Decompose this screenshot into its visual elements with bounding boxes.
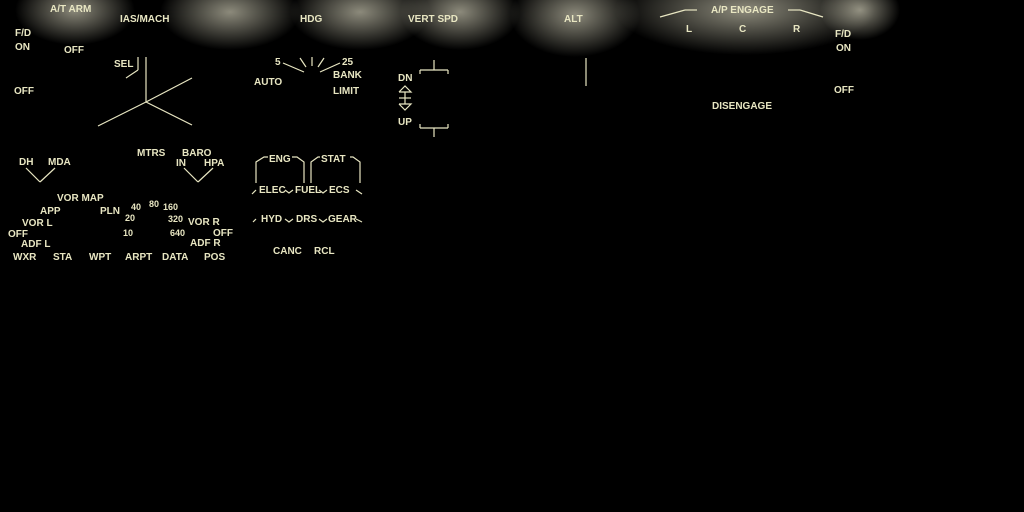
autothrottle-off[interactable]: OFF xyxy=(64,45,84,56)
map-button-arpt[interactable]: ARPT xyxy=(125,252,152,263)
range-20[interactable]: 20 xyxy=(125,213,135,224)
bank-limit-label: LIMIT xyxy=(333,86,360,97)
right-fd-title: F/D xyxy=(835,29,852,40)
ap-disengage-bar[interactable]: DISENGAGE xyxy=(712,101,772,112)
eicas-elec-button[interactable]: ELEC xyxy=(259,185,286,196)
bank-5-label: 5 xyxy=(275,57,281,68)
range-10[interactable]: 10 xyxy=(123,228,133,239)
bank-25-label: 25 xyxy=(342,57,354,68)
vs-up-label: UP xyxy=(398,117,412,128)
ias-mach-button[interactable]: IAS/MACH xyxy=(120,14,169,25)
bank-auto-label[interactable]: AUTO xyxy=(254,77,282,88)
map-button-sta[interactable]: STA xyxy=(53,252,72,263)
map-button-wpt[interactable]: WPT xyxy=(89,252,111,263)
mode-vor-map[interactable]: VOR MAP xyxy=(57,193,104,204)
autothrottle-arm-switch[interactable]: A/T ARM xyxy=(50,4,91,15)
mode-pln[interactable]: PLN xyxy=(100,206,120,217)
mode-app[interactable]: APP xyxy=(40,206,61,217)
range-160[interactable]: 160 xyxy=(163,202,178,213)
baro-in[interactable]: IN xyxy=(176,158,186,169)
vert-spd-button[interactable]: VERT SPD xyxy=(408,14,458,25)
eicas-gear-button[interactable]: GEAR xyxy=(328,214,357,225)
panel-linework xyxy=(25,9,824,223)
eicas-fuel-button[interactable]: FUEL xyxy=(295,185,321,196)
adf-l-select[interactable]: ADF L xyxy=(21,239,50,250)
range-640[interactable]: 640 xyxy=(170,228,185,239)
eicas-eng-button[interactable]: ENG xyxy=(269,154,291,165)
map-button-pos[interactable]: POS xyxy=(204,252,225,263)
range-80[interactable]: 80 xyxy=(149,199,159,210)
range-320[interactable]: 320 xyxy=(168,214,183,225)
hdg-button[interactable]: HDG xyxy=(300,14,322,25)
speed-sel-knob[interactable]: SEL xyxy=(114,59,133,70)
alt-button[interactable]: ALT xyxy=(564,14,583,25)
left-fd-title: F/D xyxy=(15,28,32,39)
mtrs-button[interactable]: MTRS xyxy=(137,148,165,159)
bank-label: BANK xyxy=(333,70,362,81)
left-fd-off[interactable]: OFF xyxy=(14,86,34,97)
left-fd-on[interactable]: ON xyxy=(15,42,30,53)
minimums-mda[interactable]: MDA xyxy=(48,157,71,168)
adf-r-select[interactable]: ADF R xyxy=(190,238,221,249)
eicas-rcl-button[interactable]: RCL xyxy=(314,246,335,257)
range-40[interactable]: 40 xyxy=(131,202,141,213)
eicas-drs-button[interactable]: DRS xyxy=(296,214,317,225)
minimums-dh[interactable]: DH xyxy=(19,157,33,168)
vor-r-select[interactable]: VOR R xyxy=(188,217,220,228)
ap-engage-left[interactable]: L xyxy=(686,24,692,35)
eicas-hyd-button[interactable]: HYD xyxy=(261,214,282,225)
map-button-data[interactable]: DATA xyxy=(162,252,188,263)
vor-l-select[interactable]: VOR L xyxy=(22,218,53,229)
eicas-stat-button[interactable]: STAT xyxy=(321,154,346,165)
ap-engage-right[interactable]: R xyxy=(793,24,800,35)
right-fd-on[interactable]: ON xyxy=(836,43,851,54)
ap-engage-title: A/P ENGAGE xyxy=(711,5,774,16)
vs-dn-label: DN xyxy=(398,73,413,84)
baro-hpa[interactable]: HPA xyxy=(204,158,224,169)
map-button-wxr[interactable]: WXR xyxy=(13,252,36,263)
ap-engage-center[interactable]: C xyxy=(739,24,746,35)
eicas-ecs-button[interactable]: ECS xyxy=(329,185,350,196)
right-fd-off[interactable]: OFF xyxy=(834,85,854,96)
eicas-canc-button[interactable]: CANC xyxy=(273,246,302,257)
